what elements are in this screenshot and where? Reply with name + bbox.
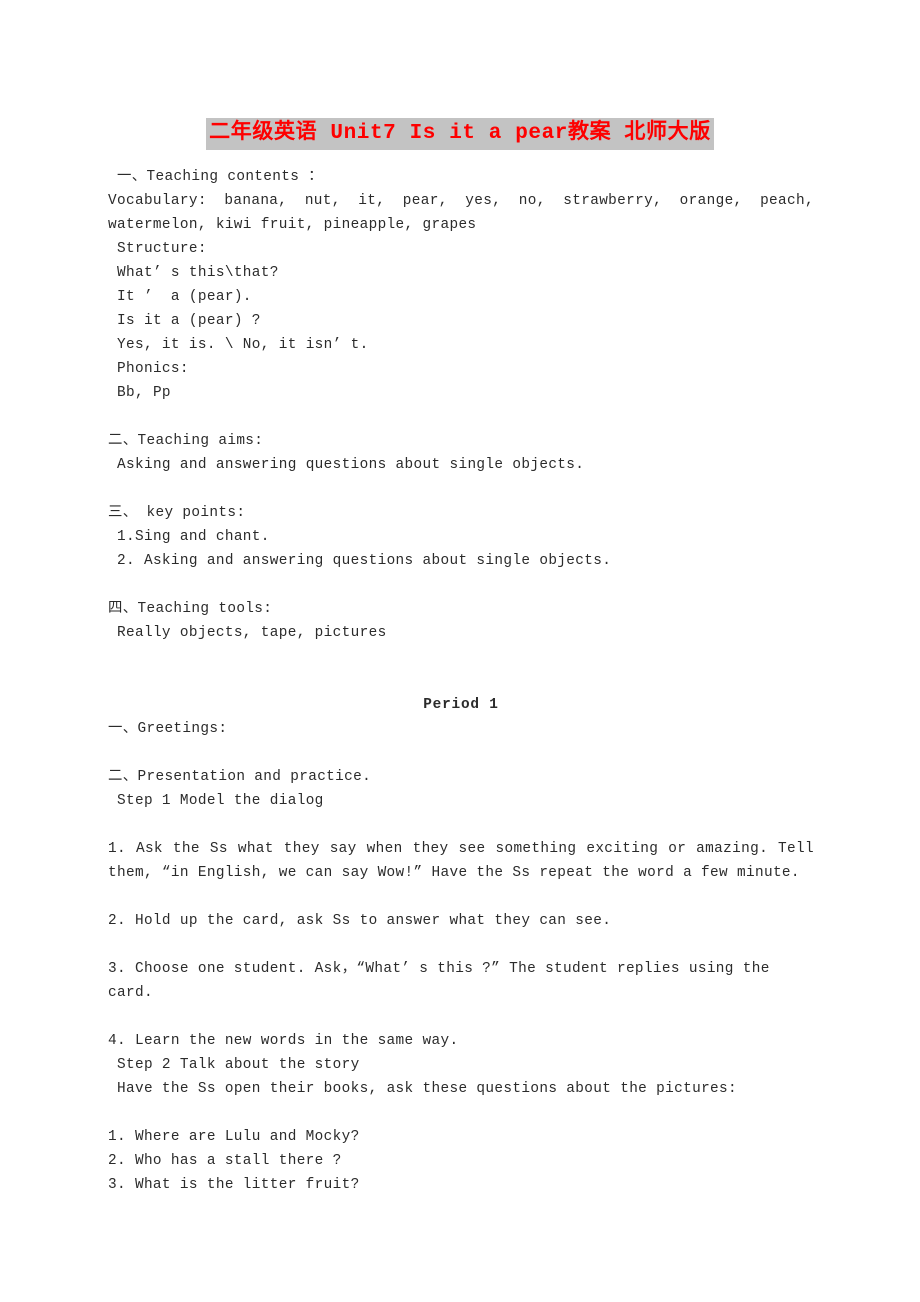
text-line-teaching-tools-heading: 四、Teaching tools: (108, 601, 273, 617)
text-line-teaching-tools-body: Really objects, tape, pictures (108, 625, 387, 641)
spacer-line-6 (108, 741, 814, 765)
text-line-yes-it-is: Yes, it is. \ No, it isn’ t. (108, 337, 369, 353)
text-line-activity-4: 4. Learn the new words in the same way. (108, 1033, 459, 1049)
page-title: 二年级英语 Unit7 Is it a pear教案 北师大版 (206, 118, 714, 150)
text-line-question-1: 1. Where are Lulu and Mocky? (108, 1129, 360, 1145)
spacer-line-11 (108, 1101, 814, 1125)
text-line-activity-2: 2. Hold up the card, ask Ss to answer wh… (108, 913, 612, 929)
text-line-phonics-heading: Phonics: (108, 361, 189, 377)
spacer-line-5 (108, 669, 814, 693)
text-line-open-books: Have the Ss open their books, ask these … (108, 1081, 738, 1097)
text-line-question-3: 3. What is the litter fruit? (108, 1177, 360, 1193)
spacer-line-1 (108, 405, 814, 429)
text-line-presentation-heading: 二、Presentation and practice. (108, 769, 372, 785)
text-line-activity-1: 1. Ask the Ss what they say when they se… (108, 841, 814, 881)
text-line-activity-3: 3. Choose one student. Ask，“What’ s this… (108, 961, 779, 1001)
section-heading-period-1: Period 1 (423, 697, 499, 713)
text-line-is-it-a-pear: Is it a (pear) ? (108, 313, 261, 329)
spacer-line-3 (108, 573, 814, 597)
text-line-greetings-heading: 一、Greetings: (108, 721, 228, 737)
spacer-line-2 (108, 477, 814, 501)
page-title-container: 二年级英语 Unit7 Is it a pear教案 北师大版 (0, 118, 920, 150)
text-line-step-2: Step 2 Talk about the story (108, 1057, 360, 1073)
text-line-teaching-aims-heading: 二、Teaching aims: (108, 433, 264, 449)
document-page: 二年级英语 Unit7 Is it a pear教案 北师大版 一、Teachi… (0, 0, 920, 1302)
spacer-line-9 (108, 933, 814, 957)
text-line-teaching-aims-body: Asking and answering questions about sin… (108, 457, 585, 473)
spacer-line-8 (108, 885, 814, 909)
spacer-line-4 (108, 645, 814, 669)
spacer-line-7 (108, 813, 814, 837)
text-line-key-point-2: 2. Asking and answering questions about … (108, 553, 612, 569)
text-line-key-points-heading: 三、 key points: (108, 505, 246, 521)
text-line-step-1: Step 1 Model the dialog (108, 793, 324, 809)
spacer-line-10 (108, 1005, 814, 1029)
text-line-phonics-letters: Bb, Pp (108, 385, 171, 401)
text-line-key-point-1: 1.Sing and chant. (108, 529, 270, 545)
text-line-structure-heading: Structure: (108, 241, 207, 257)
text-line-whats-this: What’ s this\that? (108, 265, 279, 281)
document-body: 一、Teaching contents ： Vocabulary: banana… (108, 165, 814, 1197)
text-line-question-2: 2. Who has a stall there ? (108, 1153, 342, 1169)
text-line-its-a-pear: It ’ a (pear). (108, 289, 252, 305)
text-line-vocabulary: Vocabulary: banana, nut, it, pear, yes, … (108, 193, 814, 233)
text-line-teaching-contents-heading: 一、Teaching contents ： (108, 169, 323, 185)
